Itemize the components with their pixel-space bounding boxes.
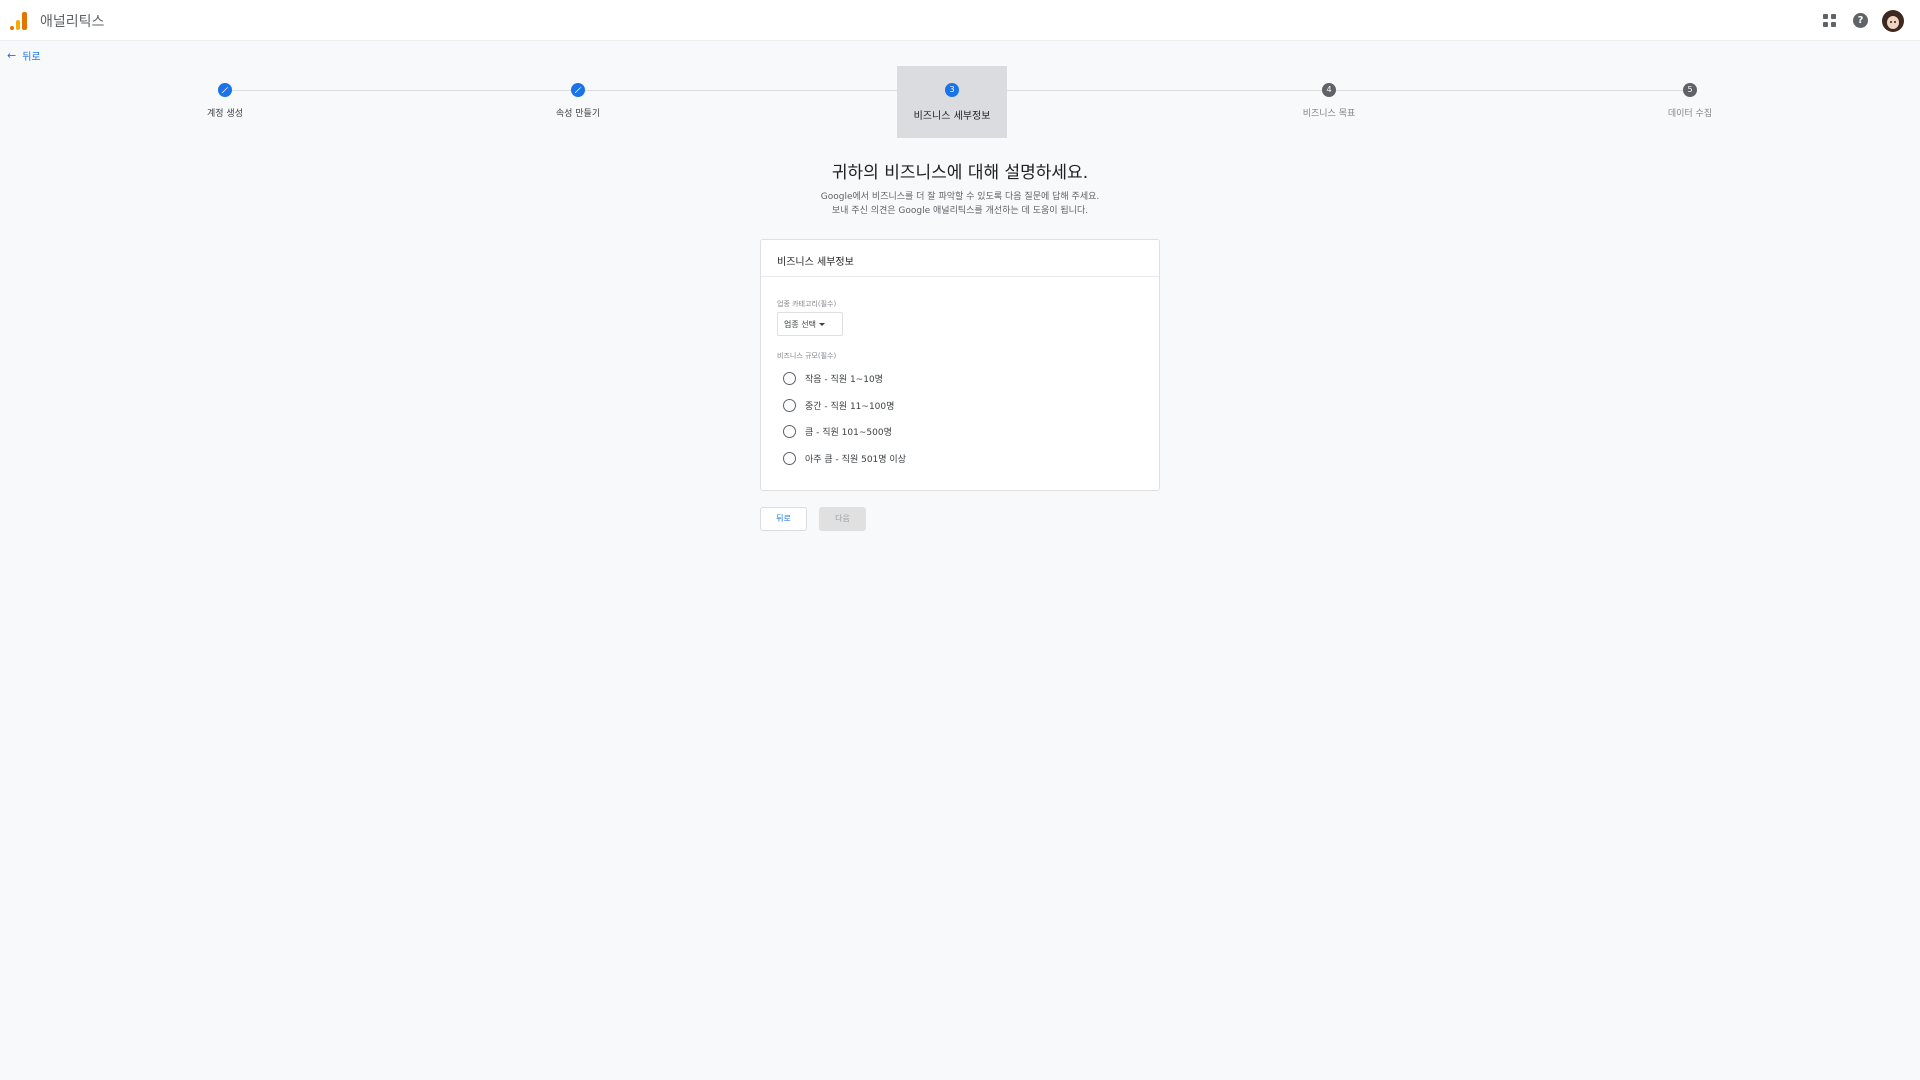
description-line-2: 보내 주신 의견은 Google 애널리틱스를 개선하는 데 도움이 됩니다.	[831, 206, 1089, 216]
back-link[interactable]: ← 뒤로	[7, 48, 41, 63]
caret-down-icon	[818, 323, 825, 326]
industry-category-label: 업종 카테고리(필수)	[777, 300, 837, 308]
analytics-logo-icon[interactable]	[10, 12, 27, 30]
radio-label: 아주 큼 - 직원 501명 이상	[805, 455, 906, 465]
size-option-small[interactable]: 작음 - 직원 1~10명	[783, 372, 883, 385]
pencil-icon	[571, 83, 585, 97]
help-icon[interactable]: ?	[1853, 13, 1868, 28]
page-description: Google에서 비즈니스를 더 잘 파악할 수 있도록 다음 질문에 답해 주…	[0, 190, 1920, 218]
card-title: 비즈니스 세부정보	[761, 240, 1159, 277]
industry-select[interactable]: 업종 선택	[777, 312, 843, 336]
step-business-details[interactable]: 3 비즈니스 세부정보	[897, 66, 1007, 122]
step-create-property[interactable]: 속성 만들기	[523, 66, 633, 119]
arrow-back-icon: ←	[7, 49, 17, 62]
size-option-large[interactable]: 큼 - 직원 101~500명	[783, 425, 892, 438]
radio-label: 중간 - 직원 11~100명	[805, 402, 895, 412]
step-label: 비즈니스 세부정보	[913, 111, 991, 122]
industry-select-value: 업종 선택	[784, 320, 816, 329]
avatar[interactable]	[1882, 10, 1904, 32]
step-data-collection[interactable]: 5 데이터 수집	[1635, 66, 1745, 119]
step-account-creation[interactable]: 계정 생성	[170, 66, 280, 119]
radio-button[interactable]	[783, 399, 796, 412]
app-title: 애널리틱스	[40, 14, 105, 30]
radio-label: 작음 - 직원 1~10명	[805, 375, 883, 385]
pencil-icon	[218, 83, 232, 97]
step-number: 5	[1683, 83, 1697, 97]
business-details-card: 비즈니스 세부정보 업종 카테고리(필수) 업종 선택 비즈니스 규모(필수) …	[760, 239, 1160, 491]
size-option-very-large[interactable]: 아주 큼 - 직원 501명 이상	[783, 452, 906, 465]
apps-grid-icon[interactable]	[1822, 13, 1838, 29]
business-size-label: 비즈니스 규모(필수)	[777, 352, 837, 360]
radio-button[interactable]	[783, 372, 796, 385]
step-business-objectives[interactable]: 4 비즈니스 목표	[1274, 66, 1384, 119]
radio-button[interactable]	[783, 452, 796, 465]
page-heading: 귀하의 비즈니스에 대해 설명하세요.	[831, 163, 1089, 183]
step-label: 데이터 수집	[1667, 109, 1713, 119]
description-line-1: Google에서 비즈니스를 더 잘 파악할 수 있도록 다음 질문에 답해 주…	[820, 192, 1100, 202]
step-number: 4	[1322, 83, 1336, 97]
radio-label: 큼 - 직원 101~500명	[805, 428, 892, 438]
step-label: 비즈니스 목표	[1302, 109, 1356, 119]
step-label: 속성 만들기	[555, 109, 601, 119]
next-button[interactable]: 다음	[819, 507, 866, 531]
step-label: 계정 생성	[207, 109, 243, 119]
size-option-medium[interactable]: 중간 - 직원 11~100명	[783, 399, 894, 412]
step-number: 3	[945, 83, 959, 97]
top-app-bar: 애널리틱스 ?	[0, 0, 1920, 41]
radio-button[interactable]	[783, 425, 796, 438]
back-button[interactable]: 뒤로	[760, 507, 807, 531]
back-link-label: 뒤로	[22, 52, 41, 63]
